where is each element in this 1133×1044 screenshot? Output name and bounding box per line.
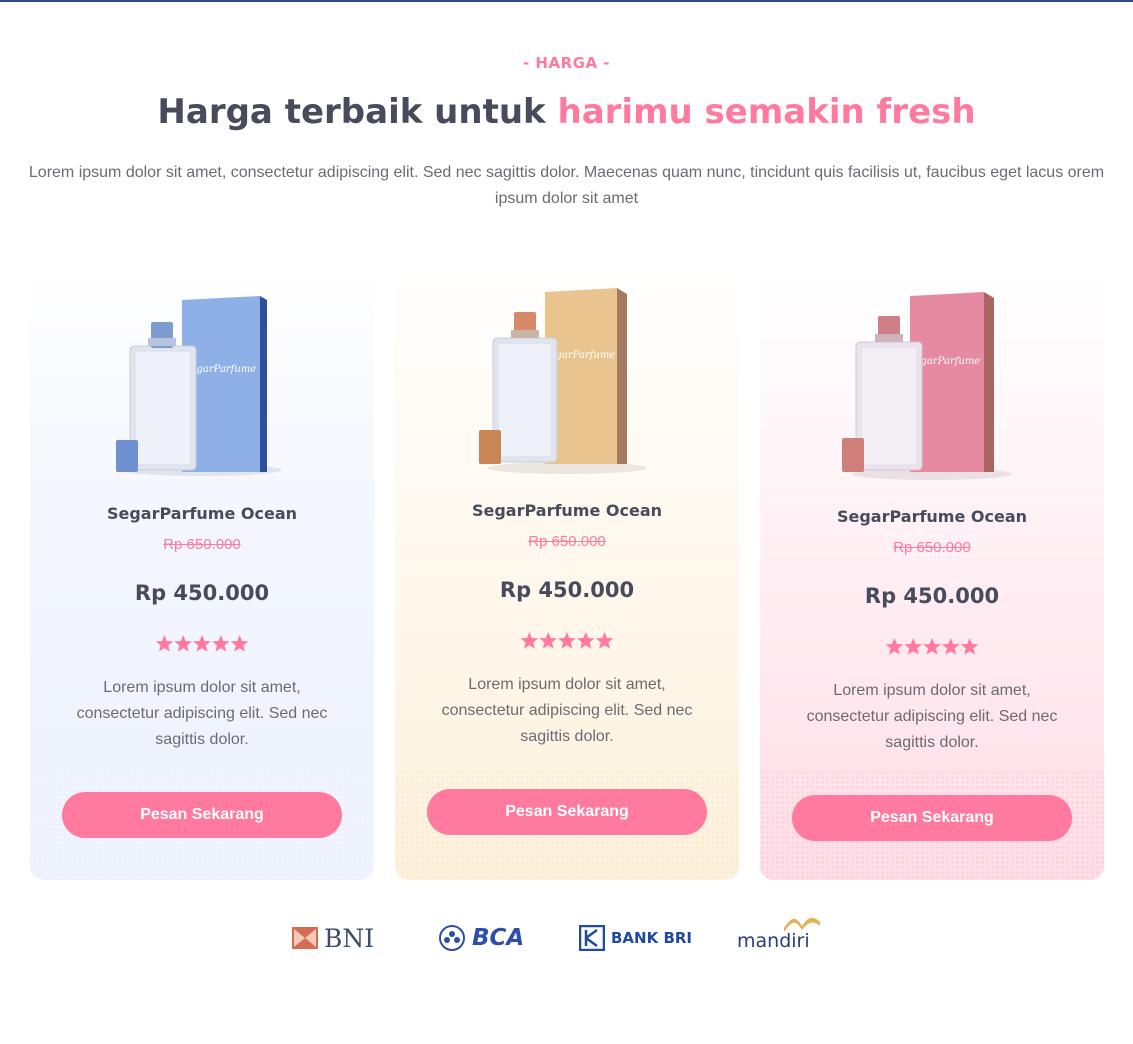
- perfume-bottle-blue-icon: SegarParfume: [102, 280, 302, 480]
- perfume-bottle-pink-icon: SegarParfume: [832, 284, 1032, 484]
- mandiri-wave-icon: [783, 917, 820, 932]
- product-price: Rp 450.000: [499, 578, 635, 602]
- bni-logo-icon: BNI: [292, 916, 374, 960]
- headline-main: Harga terbaik untuk: [157, 92, 558, 132]
- product-price: Rp 450.000: [864, 584, 1000, 608]
- star-rating: [760, 637, 1104, 662]
- product-old-price: Rp 650.000: [893, 539, 971, 556]
- bni-label: BNI: [324, 923, 375, 953]
- star-rating: [30, 634, 374, 659]
- bca-mark-icon: [439, 925, 465, 951]
- product-old-price: Rp 650.000: [163, 536, 241, 553]
- star-rating-icon: [155, 635, 249, 652]
- product-name: SegarParfume Ocean: [471, 501, 663, 520]
- order-now-button[interactable]: Pesan Sekarang: [62, 792, 342, 838]
- pricing-card-1: SegarParfume SegarParfume Ocean Rp 650.0…: [30, 270, 374, 880]
- headline-accent: harimu semakin fresh: [557, 92, 976, 132]
- section-headline: Harga terbaik untuk harimu semakin fresh: [0, 92, 1133, 132]
- payment-logos: BNI BCA BANK BRI mandiri: [0, 916, 1133, 960]
- bni-mark-icon: [292, 927, 318, 949]
- product-name: SegarParfume Ocean: [836, 507, 1028, 526]
- product-description: Lorem ipsum dolor sit amet, consectetur …: [441, 676, 693, 745]
- bca-logo-icon: BCA: [438, 916, 524, 960]
- bri-mark-icon: [579, 925, 605, 951]
- star-rating: [395, 631, 739, 656]
- star-rating-icon: [520, 632, 614, 649]
- section-intro: Lorem ipsum dolor sit amet, consectetur …: [28, 164, 1105, 207]
- order-now-button[interactable]: Pesan Sekarang: [792, 795, 1072, 841]
- product-price: Rp 450.000: [134, 581, 270, 605]
- product-description: Lorem ipsum dolor sit amet, consectetur …: [76, 679, 328, 748]
- order-now-button[interactable]: Pesan Sekarang: [427, 789, 707, 835]
- star-rating-icon: [885, 638, 979, 655]
- pricing-card-2: SegarParfume SegarParfume Ocean Rp 650.0…: [395, 270, 739, 880]
- product-description: Lorem ipsum dolor sit amet, consectetur …: [806, 682, 1058, 751]
- bri-label: BANK BRI: [611, 929, 693, 947]
- bri-logo-icon: BANK BRI: [579, 916, 692, 960]
- pricing-card-3: SegarParfume SegarParfume Ocean Rp 650.0…: [760, 270, 1104, 880]
- section-eyebrow: - HARGA -: [522, 54, 611, 72]
- top-border: [0, 0, 1133, 2]
- perfume-bottle-gold-icon: SegarParfume: [467, 278, 667, 478]
- product-name: SegarParfume Ocean: [106, 504, 298, 523]
- product-old-price: Rp 650.000: [528, 533, 606, 550]
- bca-label: BCA: [472, 925, 525, 951]
- mandiri-logo-icon: mandiri: [737, 916, 822, 960]
